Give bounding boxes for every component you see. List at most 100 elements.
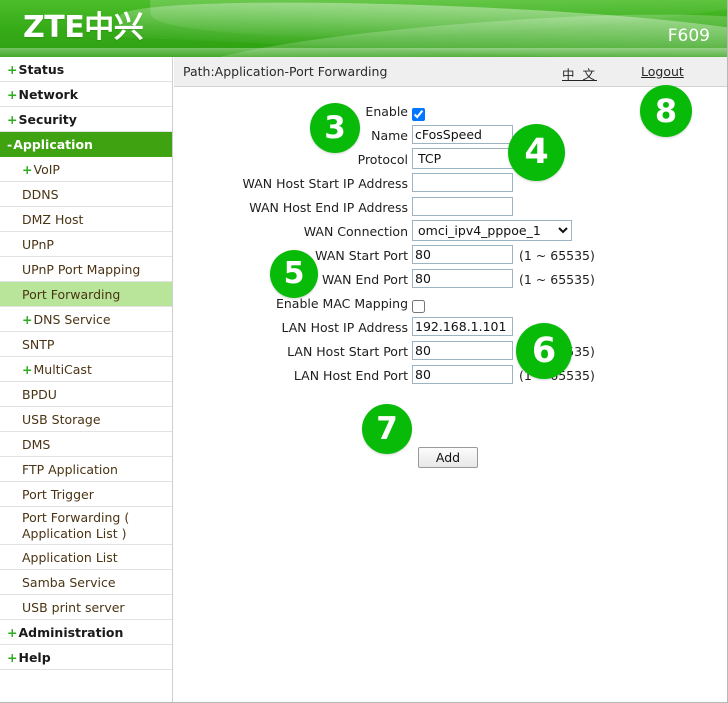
form-row: ProtocolTCPUDPTCP AND UDP — [174, 148, 727, 172]
sidebar-item-dms[interactable]: DMS — [0, 432, 172, 457]
sidebar-item-multicast[interactable]: +MultiCast — [0, 357, 172, 382]
field-label-wrap: Enable — [174, 100, 408, 124]
form-row: WAN Connection omci_ipv4_pppoe_1 — [174, 220, 727, 244]
field-label: LAN Host End Port — [293, 368, 408, 383]
collapse-icon: - — [7, 137, 13, 152]
sidebar-item-label: Network — [18, 87, 79, 102]
wan-host-end-ip-address-input[interactable] — [412, 197, 513, 216]
sidebar-item-voip[interactable]: +VoIP — [0, 157, 172, 182]
field-wrap — [412, 196, 513, 216]
sidebar-item-ftp-application[interactable]: FTP Application — [0, 457, 172, 482]
sidebar-item-label: DNS Service — [33, 312, 111, 327]
field-wrap — [412, 268, 513, 288]
wan-connection-select[interactable]: omci_ipv4_pppoe_1 — [412, 220, 572, 241]
field-label-wrap: LAN Host Start Port — [174, 340, 408, 364]
sidebar-item-upnp-port-mapping[interactable]: UPnP Port Mapping — [0, 257, 172, 282]
expand-icon: + — [7, 87, 18, 102]
field-wrap — [412, 340, 513, 360]
form-row: LAN Host IP Address — [174, 316, 727, 340]
field-wrap — [412, 124, 513, 144]
enable-mac-mapping-checkbox[interactable] — [412, 300, 425, 313]
breadcrumb: Path:Application-Port Forwarding — [183, 64, 388, 79]
sidebar-item-application[interactable]: -Application — [0, 132, 172, 157]
enable-checkbox[interactable] — [412, 108, 425, 121]
field-label: LAN Host IP Address — [281, 320, 408, 335]
page-header: ZTE中兴 F609 — [0, 0, 727, 57]
sidebar-item-dns-service[interactable]: +DNS Service — [0, 307, 172, 332]
sidebar-item-upnp[interactable]: UPnP — [0, 232, 172, 257]
sidebar-item-label: DMS — [22, 437, 51, 452]
field-label: Name — [371, 128, 408, 143]
model-label: F609 — [667, 26, 710, 46]
sidebar-item-samba-service[interactable]: Samba Service — [0, 570, 172, 595]
step-badge-3: 3 — [310, 103, 360, 153]
step-badge-8: 8 — [640, 85, 692, 137]
expand-icon: + — [22, 312, 33, 327]
wan-host-start-ip-address-input[interactable] — [412, 173, 513, 192]
sidebar-item-port-trigger[interactable]: Port Trigger — [0, 482, 172, 507]
sidebar-item-bpdu[interactable]: BPDU — [0, 382, 172, 407]
sidebar-item-ddns[interactable]: DDNS — [0, 182, 172, 207]
lan-host-end-port-input[interactable] — [412, 365, 513, 384]
wan-end-port-input[interactable] — [412, 269, 513, 288]
sidebar-item-application-list[interactable]: Application List — [0, 545, 172, 570]
sidebar-item-label: UPnP — [22, 237, 54, 252]
sidebar-item-status[interactable]: +Status — [0, 57, 172, 82]
zte-logo: ZTE中兴 — [23, 10, 144, 45]
name-input[interactable] — [412, 125, 513, 144]
sidebar-item-sntp[interactable]: SNTP — [0, 332, 172, 357]
field-wrap — [412, 172, 513, 192]
sidebar-item-label: Port Forwarding ( Application List ) — [22, 510, 130, 541]
sidebar-item-port-forwarding-application-list[interactable]: Port Forwarding ( Application List ) — [0, 507, 172, 545]
sidebar-item-label: Application List — [22, 550, 118, 565]
language-switch-link[interactable]: 中 文 — [562, 64, 597, 83]
step-badge-5: 5 — [270, 250, 318, 298]
content-panel: Path:Application-Port Forwarding 中 文 Log… — [174, 57, 727, 702]
sidebar-item-administration[interactable]: +Administration — [0, 620, 172, 645]
add-button[interactable]: Add — [418, 447, 478, 468]
form-row: LAN Host Start Port(1 ~ 65535) — [174, 340, 727, 364]
header-shine — [0, 48, 727, 57]
sidebar-item-label: Samba Service — [22, 575, 116, 590]
lan-host-start-port-input[interactable] — [412, 341, 513, 360]
sidebar-item-port-forwarding[interactable]: Port Forwarding — [0, 282, 172, 307]
expand-icon: + — [7, 62, 18, 77]
expand-icon: + — [7, 625, 18, 640]
field-label: WAN Host End IP Address — [249, 200, 408, 215]
field-label-wrap: WAN Host Start IP Address — [174, 172, 408, 196]
sidebar-item-label: DMZ Host — [22, 212, 84, 227]
sidebar-item-usb-print-server[interactable]: USB print server — [0, 595, 172, 620]
field-wrap — [412, 244, 513, 264]
form-row: WAN Start Port(1 ~ 65535) — [174, 244, 727, 268]
sidebar-item-label: Application — [13, 137, 93, 152]
sidebar-item-label: FTP Application — [22, 462, 118, 477]
expand-icon: + — [22, 362, 33, 377]
field-label: LAN Host Start Port — [287, 344, 408, 359]
sidebar-item-network[interactable]: +Network — [0, 82, 172, 107]
logout-link[interactable]: Logout — [641, 64, 684, 79]
field-label-wrap: LAN Host IP Address — [174, 316, 408, 340]
sidebar-item-list: +Status +Network +Security -Application +VoI… — [0, 57, 172, 670]
router-admin-page: ZTE中兴 F609 +Status +Network +Security -Appl… — [0, 0, 728, 703]
lan-host-ip-address-input[interactable] — [412, 317, 513, 336]
sidebar-item-label: USB Storage — [22, 412, 101, 427]
sidebar-item-label: USB print server — [22, 600, 125, 615]
field-wrap — [412, 316, 513, 336]
form-row: LAN Host End Port(1 ~ 65535) — [174, 364, 727, 388]
sidebar-item-dmz-host[interactable]: DMZ Host — [0, 207, 172, 232]
field-label-wrap: Protocol — [174, 148, 408, 172]
sidebar-item-label: UPnP Port Mapping — [22, 262, 141, 277]
wan-start-port-input[interactable] — [412, 245, 513, 264]
field-label: Enable MAC Mapping — [275, 296, 408, 311]
field-label: WAN Connection — [303, 224, 408, 239]
field-label-wrap: Name — [174, 124, 408, 148]
sidebar-item-label: Help — [18, 650, 51, 665]
field-wrap — [412, 364, 513, 384]
step-badge-6: 6 — [516, 323, 572, 379]
sidebar-item-help[interactable]: +Help — [0, 645, 172, 670]
sidebar-item-usb-storage[interactable]: USB Storage — [0, 407, 172, 432]
form-row: WAN Host End IP Address — [174, 196, 727, 220]
sidebar-item-security[interactable]: +Security — [0, 107, 172, 132]
step-badge-4: 4 — [508, 124, 565, 181]
expand-icon: + — [7, 650, 18, 665]
